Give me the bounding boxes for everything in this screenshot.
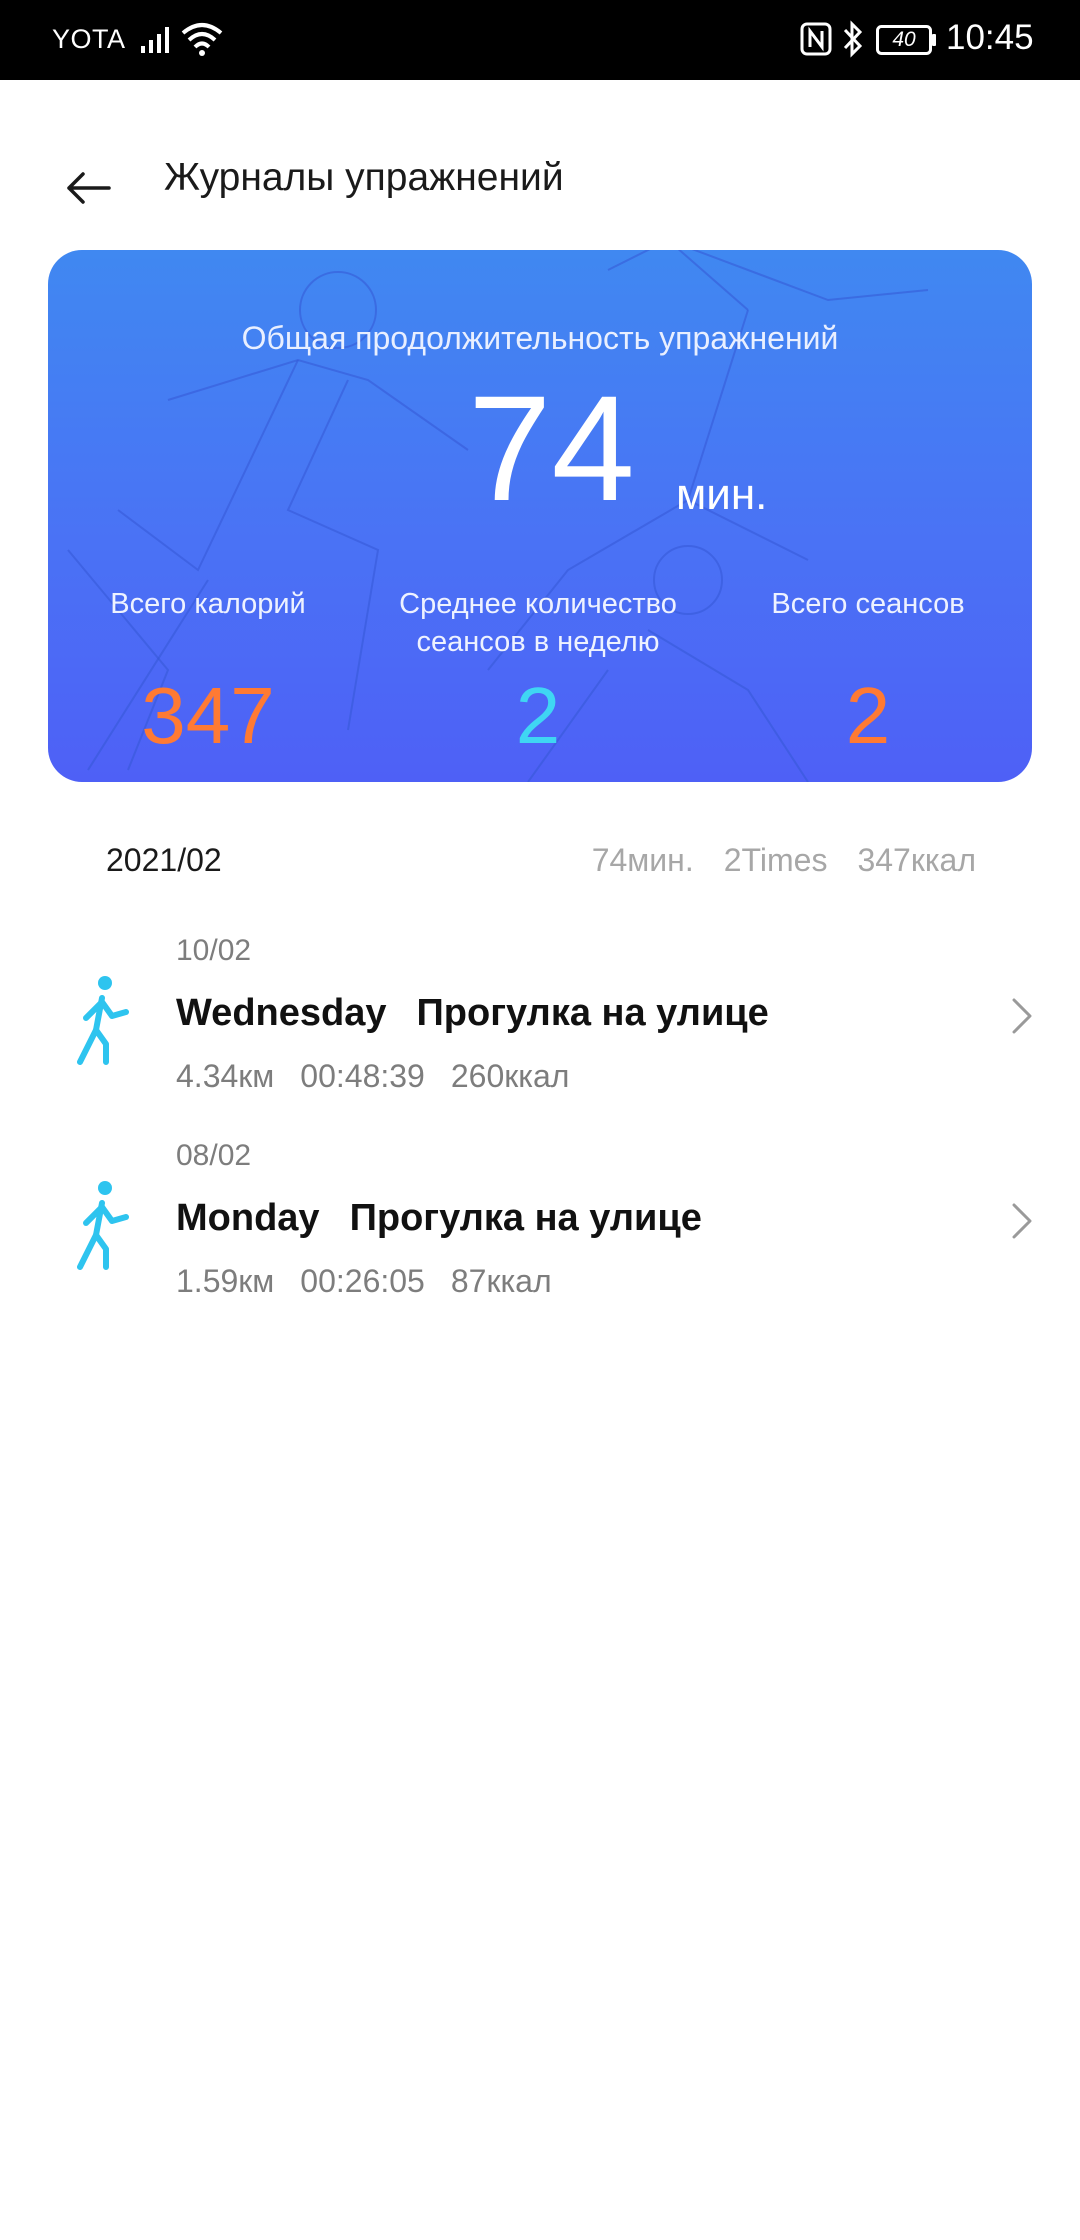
page-title: Журналы упражнений <box>164 156 564 199</box>
back-arrow-icon <box>67 172 111 204</box>
battery-icon: 40 <box>876 25 938 55</box>
stat-avg-sessions-per-week: Среднее количество сеансов в неделю 2 <box>378 585 698 761</box>
back-button[interactable] <box>40 150 136 226</box>
summary-heading: Общая продолжительность упражнений <box>241 320 839 356</box>
stat-label: Всего сеансов <box>771 588 965 620</box>
workout-date: 10/02 <box>176 934 252 967</box>
month-duration: 74мин. <box>591 842 694 878</box>
workout-calories: 260ккал <box>450 1058 570 1094</box>
workout-date: 08/02 <box>176 1139 252 1172</box>
month-calories: 347ккал <box>857 842 976 878</box>
workout-distance: 4.34км <box>176 1058 275 1094</box>
stat-total-calories: Всего калорий 347 <box>48 585 368 761</box>
workout-item[interactable]: 08/02 Monday Прогулка на улице 1.59км 00:… <box>0 1139 1080 1329</box>
nfc-icon <box>800 22 832 56</box>
workout-distance: 1.59км <box>176 1263 275 1299</box>
stat-label: Всего калорий <box>110 588 306 620</box>
stat-value: 2 <box>845 671 891 760</box>
chevron-right-icon <box>1012 1203 1032 1239</box>
workout-day: Monday <box>176 1197 320 1239</box>
workout-type: Прогулка на улице <box>349 1197 702 1239</box>
carrier-name: YOTA <box>52 24 126 54</box>
stat-value: 347 <box>141 671 275 760</box>
workout-duration: 00:48:39 <box>300 1058 425 1094</box>
duration-unit: мин. <box>676 470 768 519</box>
status-bar: YOTA 40 10:45 <box>0 0 1080 80</box>
workout-item[interactable]: 10/02 Wednesday Прогулка на улице 4.34км … <box>0 934 1080 1124</box>
battery-level: 40 <box>892 28 916 51</box>
stat-value: 2 <box>515 671 561 760</box>
header: Журналы упражнений <box>0 80 1080 250</box>
workout-title: Wednesday Прогулка на улице <box>176 992 769 1035</box>
wifi-icon <box>181 23 223 56</box>
workout-title: Monday Прогулка на улице <box>176 1197 702 1240</box>
month-summary-row: 2021/02 74мин. 2Times 347ккал <box>0 836 1080 886</box>
month-stats: 74мин. 2Times 347ккал <box>592 842 976 879</box>
month-times: 2Times <box>723 842 828 878</box>
workout-type: Прогулка на улице <box>416 992 769 1034</box>
walking-person-icon <box>77 1181 129 1270</box>
signal-icon <box>141 27 169 53</box>
stat-label: Среднее количество сеансов в неделю <box>399 588 677 658</box>
total-duration-value: 74 <box>468 364 635 532</box>
workout-metrics: 1.59км 00:26:05 87ккал <box>176 1263 552 1300</box>
workout-day: Wednesday <box>176 992 387 1034</box>
chevron-right-icon <box>1012 998 1032 1034</box>
workout-metrics: 4.34км 00:48:39 260ккал <box>176 1058 569 1095</box>
workout-calories: 87ккал <box>450 1263 552 1299</box>
walking-person-icon <box>77 976 129 1065</box>
bluetooth-icon <box>843 20 863 58</box>
summary-card: Общая продолжительность упражнений 74 ми… <box>48 250 1032 782</box>
clock: 10:45 <box>946 18 1034 57</box>
month-label: 2021/02 <box>106 842 222 878</box>
stat-total-sessions: Всего сеансов 2 <box>708 585 1028 761</box>
workout-duration: 00:26:05 <box>300 1263 425 1299</box>
